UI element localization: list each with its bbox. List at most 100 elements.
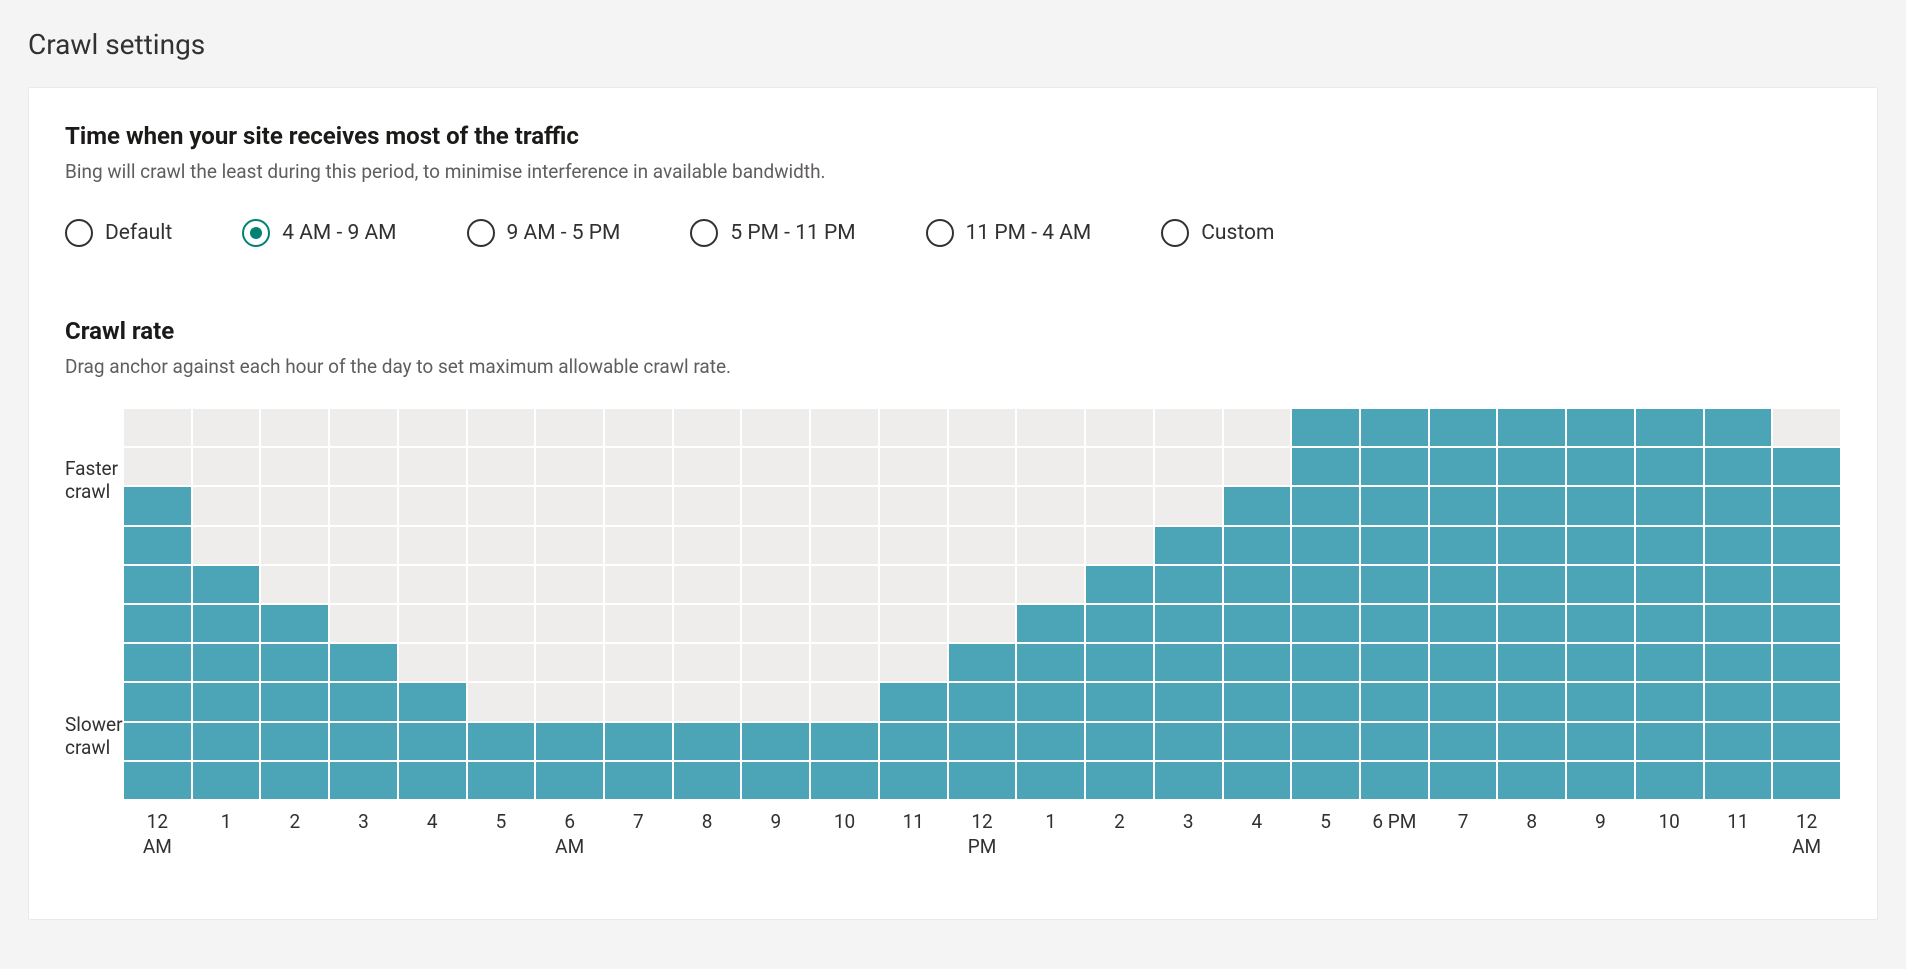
crawl-rate-cell[interactable]: [948, 565, 1017, 604]
crawl-rate-cell[interactable]: [604, 447, 673, 486]
crawl-rate-cell[interactable]: [1497, 682, 1566, 721]
crawl-rate-cell[interactable]: [1360, 486, 1429, 525]
crawl-rate-cell[interactable]: [192, 447, 261, 486]
crawl-rate-cell[interactable]: [398, 408, 467, 447]
crawl-rate-cell[interactable]: [1429, 447, 1498, 486]
crawl-rate-cell[interactable]: [1497, 604, 1566, 643]
crawl-rate-cell[interactable]: [398, 682, 467, 721]
crawl-rate-cell[interactable]: [192, 643, 261, 682]
crawl-rate-cell[interactable]: [1704, 526, 1773, 565]
crawl-rate-cell[interactable]: [535, 526, 604, 565]
crawl-rate-cell[interactable]: [604, 408, 673, 447]
crawl-rate-cell[interactable]: [1566, 486, 1635, 525]
crawl-rate-cell[interactable]: [1704, 447, 1773, 486]
crawl-rate-cell[interactable]: [260, 526, 329, 565]
crawl-rate-cell[interactable]: [1085, 604, 1154, 643]
crawl-rate-cell[interactable]: [1635, 761, 1704, 800]
crawl-rate-cell[interactable]: [1429, 604, 1498, 643]
crawl-rate-cell[interactable]: [741, 447, 810, 486]
crawl-rate-cell[interactable]: [192, 722, 261, 761]
crawl-rate-cell[interactable]: [1497, 447, 1566, 486]
crawl-rate-cell[interactable]: [1497, 486, 1566, 525]
crawl-rate-cell[interactable]: [673, 682, 742, 721]
crawl-rate-cell[interactable]: [948, 408, 1017, 447]
crawl-rate-cell[interactable]: [1429, 761, 1498, 800]
crawl-rate-cell[interactable]: [1154, 447, 1223, 486]
crawl-rate-cell[interactable]: [1154, 408, 1223, 447]
crawl-rate-cell[interactable]: [741, 604, 810, 643]
crawl-rate-cell[interactable]: [1704, 486, 1773, 525]
crawl-rate-cell[interactable]: [1635, 722, 1704, 761]
crawl-rate-cell[interactable]: [123, 761, 192, 800]
crawl-rate-cell[interactable]: [1635, 486, 1704, 525]
crawl-rate-cell[interactable]: [1291, 722, 1360, 761]
crawl-rate-cell[interactable]: [1635, 682, 1704, 721]
crawl-rate-cell[interactable]: [948, 761, 1017, 800]
crawl-rate-cell[interactable]: [535, 486, 604, 525]
crawl-rate-cell[interactable]: [879, 447, 948, 486]
crawl-rate-cell[interactable]: [329, 682, 398, 721]
crawl-rate-cell[interactable]: [948, 526, 1017, 565]
crawl-rate-cell[interactable]: [604, 761, 673, 800]
crawl-rate-cell[interactable]: [123, 604, 192, 643]
crawl-rate-cell[interactable]: [741, 565, 810, 604]
crawl-rate-cell[interactable]: [1566, 526, 1635, 565]
crawl-rate-cell[interactable]: [604, 682, 673, 721]
crawl-rate-cell[interactable]: [535, 604, 604, 643]
crawl-rate-cell[interactable]: [467, 565, 536, 604]
crawl-rate-cell[interactable]: [741, 486, 810, 525]
crawl-rate-cell[interactable]: [1291, 486, 1360, 525]
crawl-rate-cell[interactable]: [329, 447, 398, 486]
crawl-rate-cell[interactable]: [1566, 682, 1635, 721]
crawl-rate-cell[interactable]: [123, 447, 192, 486]
crawl-rate-cell[interactable]: [467, 486, 536, 525]
crawl-rate-cell[interactable]: [1429, 682, 1498, 721]
crawl-rate-cell[interactable]: [810, 526, 879, 565]
crawl-rate-cell[interactable]: [1566, 447, 1635, 486]
crawl-rate-cell[interactable]: [535, 722, 604, 761]
crawl-rate-cell[interactable]: [879, 526, 948, 565]
crawl-rate-cell[interactable]: [741, 408, 810, 447]
crawl-rate-cell[interactable]: [1772, 604, 1841, 643]
crawl-rate-cell[interactable]: [1016, 408, 1085, 447]
crawl-rate-cell[interactable]: [260, 643, 329, 682]
crawl-rate-cell[interactable]: [1360, 722, 1429, 761]
crawl-rate-cell[interactable]: [1085, 565, 1154, 604]
crawl-rate-cell[interactable]: [1566, 408, 1635, 447]
crawl-rate-cell[interactable]: [810, 722, 879, 761]
crawl-rate-cell[interactable]: [192, 486, 261, 525]
traffic-period-radio[interactable]: Custom: [1161, 219, 1274, 247]
crawl-rate-cell[interactable]: [1154, 682, 1223, 721]
crawl-rate-cell[interactable]: [1154, 565, 1223, 604]
crawl-rate-cell[interactable]: [329, 722, 398, 761]
crawl-rate-cell[interactable]: [1291, 761, 1360, 800]
crawl-rate-cell[interactable]: [192, 408, 261, 447]
crawl-rate-cell[interactable]: [1772, 526, 1841, 565]
crawl-rate-cell[interactable]: [1635, 604, 1704, 643]
crawl-rate-cell[interactable]: [192, 604, 261, 643]
crawl-rate-cell[interactable]: [879, 722, 948, 761]
crawl-rate-cell[interactable]: [673, 565, 742, 604]
traffic-period-radio[interactable]: 4 AM - 9 AM: [242, 219, 396, 247]
crawl-rate-cell[interactable]: [260, 682, 329, 721]
crawl-rate-cell[interactable]: [948, 643, 1017, 682]
crawl-rate-cell[interactable]: [192, 526, 261, 565]
crawl-rate-cell[interactable]: [123, 682, 192, 721]
crawl-rate-cell[interactable]: [1772, 447, 1841, 486]
crawl-rate-cell[interactable]: [1360, 682, 1429, 721]
crawl-rate-cell[interactable]: [810, 682, 879, 721]
crawl-rate-cell[interactable]: [1772, 722, 1841, 761]
crawl-rate-cell[interactable]: [1635, 447, 1704, 486]
crawl-rate-cell[interactable]: [810, 565, 879, 604]
crawl-rate-cell[interactable]: [948, 604, 1017, 643]
crawl-rate-cell[interactable]: [535, 682, 604, 721]
crawl-rate-cell[interactable]: [398, 761, 467, 800]
crawl-rate-cell[interactable]: [879, 761, 948, 800]
crawl-rate-cell[interactable]: [1497, 643, 1566, 682]
crawl-rate-cell[interactable]: [260, 604, 329, 643]
crawl-rate-cell[interactable]: [1360, 761, 1429, 800]
crawl-rate-cell[interactable]: [467, 526, 536, 565]
crawl-rate-cell[interactable]: [1429, 643, 1498, 682]
crawl-rate-cell[interactable]: [604, 486, 673, 525]
crawl-rate-cell[interactable]: [398, 722, 467, 761]
